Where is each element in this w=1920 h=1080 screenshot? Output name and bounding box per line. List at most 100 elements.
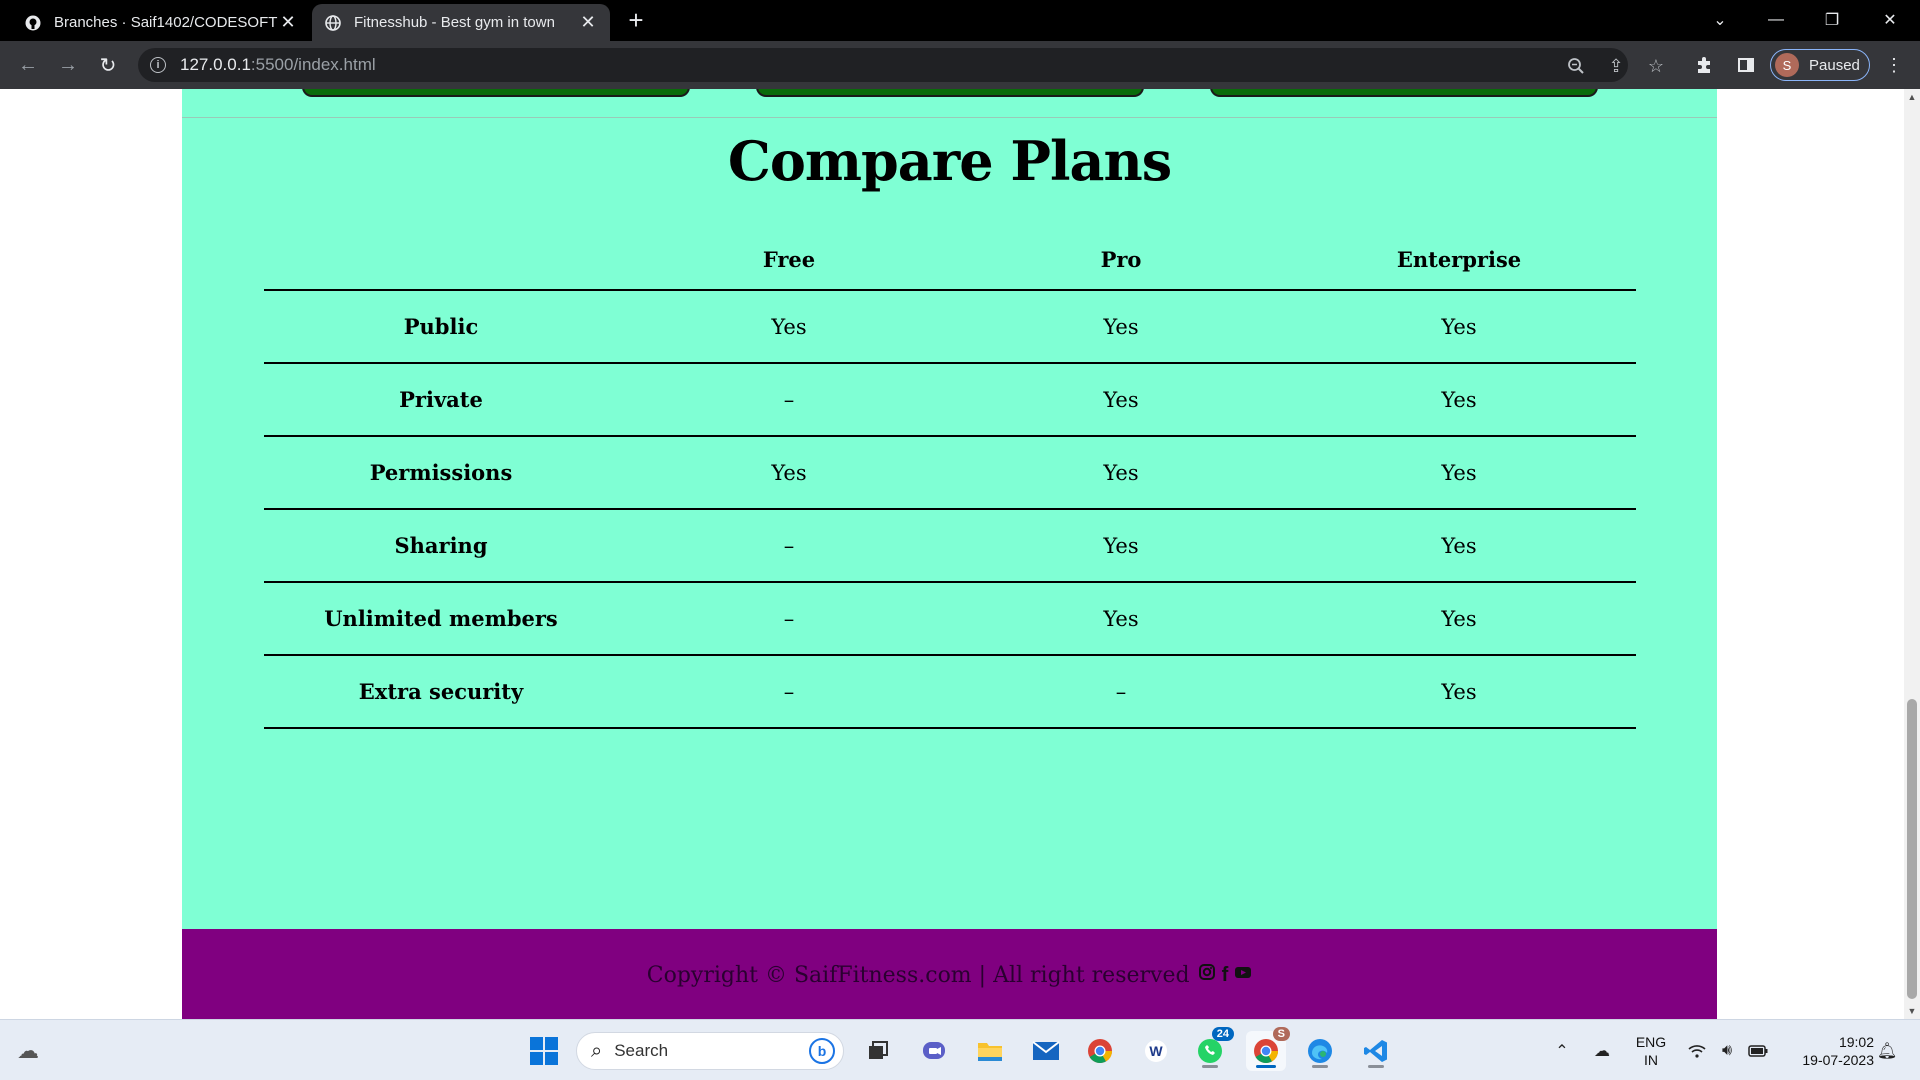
input-language[interactable]: ENG IN xyxy=(1633,1033,1669,1069)
bookmark-star-icon[interactable]: ☆ xyxy=(1646,56,1666,76)
reload-icon[interactable]: ↻ xyxy=(94,51,122,79)
page-viewport: Compare Plans Free Pro Enterprise Public… xyxy=(0,89,1904,1019)
site-footer: Copyright © SaifFitness.com | All right … xyxy=(182,929,1717,1019)
pro-value: Yes xyxy=(1103,533,1139,558)
notification-bell-icon[interactable]: 🔔︎ xyxy=(1876,1040,1898,1062)
enterprise-value: Yes xyxy=(1441,606,1477,631)
address-bar[interactable]: i 127.0.0.1:5500/index.html ⇪ ☆ xyxy=(138,48,1664,82)
table-header-row: Free Pro Enterprise xyxy=(264,229,1636,291)
facebook-icon[interactable]: f xyxy=(1222,964,1229,987)
scroll-up-arrow-icon[interactable]: ▲ xyxy=(1904,89,1920,105)
pro-value: Yes xyxy=(1103,606,1139,631)
table-header-pro: Pro xyxy=(1100,246,1142,272)
plan-card-button-enterprise[interactable] xyxy=(1210,89,1598,97)
free-value: – xyxy=(783,679,795,704)
wifi-icon[interactable] xyxy=(1686,1040,1708,1062)
profile-status: Paused xyxy=(1809,56,1860,74)
region-code: IN xyxy=(1644,1052,1658,1068)
chrome-profile-icon[interactable]: S xyxy=(1246,1027,1290,1071)
extensions-puzzle-icon[interactable] xyxy=(1692,53,1716,77)
mail-icon[interactable] xyxy=(1026,1031,1066,1071)
tab-search-chevron-icon[interactable]: ⌄ xyxy=(1692,0,1748,40)
scrollbar-thumb[interactable] xyxy=(1907,699,1917,999)
window-close-icon[interactable]: ✕ xyxy=(1862,0,1918,40)
widgets-weather-icon[interactable]: ☁ xyxy=(12,1036,44,1066)
feature-name: Extra security xyxy=(358,679,524,704)
plan-card-button-pro[interactable] xyxy=(756,89,1144,97)
profile-button[interactable]: S Paused xyxy=(1770,49,1870,81)
menu-kebab-icon[interactable]: ⋮ xyxy=(1882,53,1906,77)
file-explorer-icon[interactable] xyxy=(970,1031,1010,1071)
chrome-icon[interactable] xyxy=(1080,1031,1120,1071)
back-arrow-icon[interactable]: ← xyxy=(14,51,42,79)
avatar: S xyxy=(1775,53,1799,77)
social-links: f xyxy=(1198,963,1253,987)
bing-icon[interactable]: b xyxy=(809,1038,835,1064)
page-title: Compare Plans xyxy=(727,129,1172,193)
browser-toolbar: ← → ↻ i 127.0.0.1:5500/index.html ⇪ ☆ S … xyxy=(0,41,1920,89)
running-indicator xyxy=(1202,1065,1218,1068)
site-info-icon[interactable]: i xyxy=(150,57,166,73)
free-value: Yes xyxy=(771,314,807,339)
tab-fitnesshub[interactable]: Fitnesshub - Best gym in town ✕ xyxy=(312,4,610,41)
tab-title: Branches · Saif1402/CODESOFT xyxy=(54,14,278,31)
chevron-up-icon[interactable]: ⌃ xyxy=(1552,1040,1572,1062)
close-icon[interactable]: ✕ xyxy=(578,12,598,33)
running-indicator xyxy=(1368,1065,1384,1068)
windows-taskbar: ☁ ⌕ Search b W 24 S ⌃ ☁ ENG IN 🔊︎ 19:02 … xyxy=(0,1019,1920,1080)
active-indicator xyxy=(1256,1065,1276,1068)
enterprise-value: Yes xyxy=(1441,314,1477,339)
forward-arrow-icon[interactable]: → xyxy=(54,51,82,79)
url-host: 127.0.0.1 xyxy=(180,55,251,74)
lang-code: ENG xyxy=(1635,1034,1667,1050)
taskbar-search[interactable]: ⌕ Search b xyxy=(576,1032,844,1070)
table-row: Unlimited members – Yes Yes xyxy=(264,583,1636,656)
feature-name: Public xyxy=(403,314,479,339)
new-tab-button[interactable]: + xyxy=(622,5,650,35)
side-panel-icon[interactable] xyxy=(1734,53,1758,77)
enterprise-value: Yes xyxy=(1441,679,1477,704)
system-clock[interactable]: 19:02 19-07-2023 xyxy=(1782,1033,1874,1069)
free-value: – xyxy=(783,533,795,558)
plan-card-button-free[interactable] xyxy=(302,89,690,97)
volume-icon[interactable]: 🔊︎ xyxy=(1716,1040,1738,1062)
zoom-icon[interactable] xyxy=(1566,56,1586,76)
feature-name: Permissions xyxy=(369,460,513,485)
compare-table: Free Pro Enterprise Public Yes Yes Yes P… xyxy=(264,229,1636,729)
url-path: :5500/index.html xyxy=(250,55,376,74)
table-header-enterprise: Enterprise xyxy=(1396,246,1522,272)
compare-plans-section: Compare Plans Free Pro Enterprise Public… xyxy=(182,89,1717,929)
close-icon[interactable]: ✕ xyxy=(278,12,298,33)
onedrive-icon[interactable]: ☁ xyxy=(1590,1040,1614,1062)
pro-value: Yes xyxy=(1103,314,1139,339)
minimize-icon[interactable]: — xyxy=(1748,0,1804,40)
section-divider xyxy=(182,117,1717,118)
youtube-icon[interactable] xyxy=(1234,963,1252,987)
svg-text:W: W xyxy=(1149,1043,1163,1059)
teams-chat-icon[interactable] xyxy=(914,1031,954,1071)
vscode-icon[interactable] xyxy=(1356,1031,1396,1071)
whatsapp-badge: 24 xyxy=(1211,1027,1234,1041)
clock-time: 19:02 xyxy=(1838,1034,1874,1050)
enterprise-value: Yes xyxy=(1441,460,1477,485)
enterprise-value: Yes xyxy=(1441,533,1477,558)
search-icon: ⌕ xyxy=(591,1039,603,1062)
pro-value: – xyxy=(1115,679,1127,704)
scroll-down-arrow-icon[interactable]: ▼ xyxy=(1904,1003,1920,1019)
search-placeholder: Search xyxy=(614,1041,669,1060)
instagram-icon[interactable] xyxy=(1198,963,1216,987)
tab-github-branches[interactable]: Branches · Saif1402/CODESOFT ✕ xyxy=(12,4,310,41)
page-scrollbar[interactable]: ▲ ▼ xyxy=(1904,89,1920,1019)
share-icon[interactable]: ⇪ xyxy=(1606,56,1626,76)
free-value: – xyxy=(783,387,795,412)
free-value: Yes xyxy=(771,460,807,485)
table-row: Extra security – – Yes xyxy=(264,656,1636,729)
start-button[interactable] xyxy=(524,1031,564,1071)
word-app-icon[interactable]: W xyxy=(1136,1031,1176,1071)
battery-icon[interactable] xyxy=(1746,1040,1770,1062)
restore-icon[interactable]: ❐ xyxy=(1804,0,1860,40)
whatsapp-icon[interactable]: 24 xyxy=(1190,1027,1234,1071)
task-view-icon[interactable] xyxy=(858,1031,898,1071)
clock-date: 19-07-2023 xyxy=(1802,1052,1874,1068)
edge-icon[interactable] xyxy=(1300,1031,1340,1071)
